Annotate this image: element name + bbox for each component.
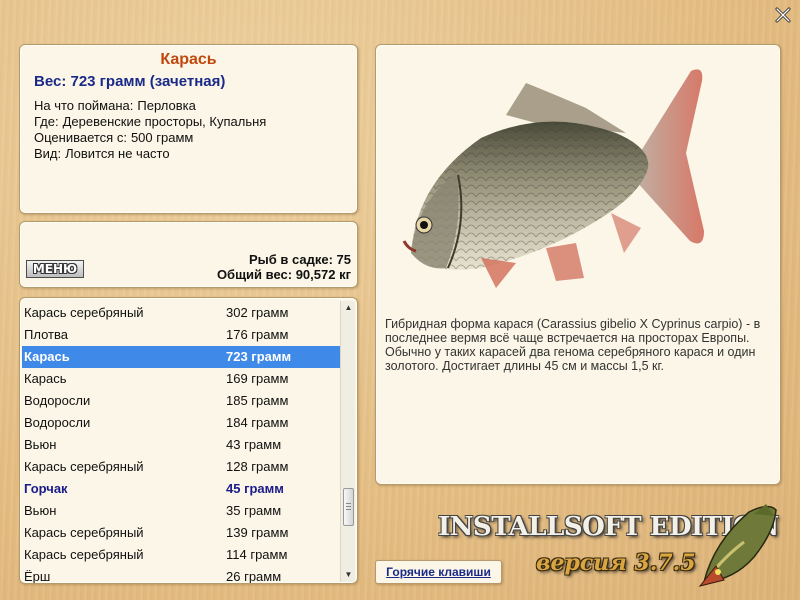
list-item-weight: 45 грамм (226, 481, 284, 496)
list-item-weight: 302 грамм (226, 305, 289, 320)
catch-list-panel: Карась серебряный 302 грамм Плотва 176 грам… (19, 297, 358, 584)
crucian-carp-picture (402, 69, 704, 288)
detail-bait: На что поймана: Перловка (34, 98, 196, 113)
list-item-name: Водоросли (24, 393, 91, 408)
fish-info-panel: Карась Вес: 723 грамм (зачетная) На что … (19, 44, 358, 214)
list-item-name: Вьюн (24, 503, 57, 518)
fish-count: Рыб в садке: 75 (248, 252, 351, 267)
list-item[interactable]: Водоросли 184 грамм (22, 412, 340, 434)
catch-list: Карась серебряный 302 грамм Плотва 176 грам… (22, 302, 340, 584)
list-item-weight: 723 грамм (226, 349, 292, 364)
detail-location: Где: Деревенские просторы, Купальня (34, 114, 267, 129)
list-item[interactable]: Водоросли 185 грамм (22, 390, 340, 412)
close-x-icon (775, 7, 791, 23)
list-item-name: Карась серебряный (24, 305, 144, 320)
list-item-weight: 185 грамм (226, 393, 289, 408)
list-item[interactable]: Карась серебряный 139 грамм (22, 522, 340, 544)
list-item-weight: 128 грамм (226, 459, 289, 474)
menu-button[interactable]: МЕНЮ (26, 260, 84, 278)
list-item-name: Плотва (24, 327, 68, 342)
list-item[interactable]: Горчак 45 грамм (22, 478, 340, 500)
list-item[interactable]: Карась серебряный 128 грамм (22, 456, 340, 478)
list-item-name: Горчак (24, 481, 68, 496)
total-weight: Общий вес: 90,572 кг (216, 267, 351, 282)
detail-rarity: Вид: Ловится не часто (34, 146, 170, 161)
list-item-weight: 114 грамм (226, 547, 288, 562)
list-item[interactable]: Вьюн 35 грамм (22, 500, 340, 522)
list-item-weight: 184 грамм (226, 415, 289, 430)
scroll-up-arrow-icon[interactable]: ▲ (341, 301, 356, 315)
list-item[interactable]: Карась 723 грамм (22, 346, 340, 368)
list-item-name: Карась (24, 349, 70, 364)
brand-version: версия 3.7.5 (536, 550, 696, 576)
list-item-weight: 139 грамм (226, 525, 289, 540)
list-item-weight: 169 грамм (226, 371, 289, 386)
list-item-weight: 176 грамм (226, 327, 289, 342)
scroll-thumb[interactable] (343, 488, 354, 526)
list-item-name: Вьюн (24, 437, 57, 452)
list-item-name: Карась серебряный (24, 547, 144, 562)
scroll-down-arrow-icon[interactable]: ▼ (341, 568, 356, 582)
pike-icon (698, 504, 777, 587)
list-item[interactable]: Вьюн 43 грамм (22, 434, 340, 456)
fish-weight-line: Вес: 723 грамм (зачетная) (34, 73, 226, 90)
list-item-name: Карась серебряный (24, 459, 144, 474)
list-item[interactable]: Карась серебряный 114 грамм (22, 544, 340, 566)
list-item-weight: 35 грамм (226, 503, 282, 518)
keep-net-stats: Рыб в садке: 75 Общий вес: 90,572 кг (217, 252, 351, 282)
list-item-name: Ёрш (24, 569, 51, 584)
fish-name-title: Карась (160, 51, 217, 68)
list-item[interactable]: Карась 169 грамм (22, 368, 340, 390)
list-item-name: Карась (24, 371, 67, 386)
keep-net-stats-panel: МЕНЮ Рыб в садке: 75 Общий вес: 90,572 к… (19, 221, 358, 288)
fish-details: На что поймана: Перловка Где: Деревенские … (34, 98, 357, 162)
fish-image-panel: Гибридная форма карася (Carassius gibeli… (375, 44, 781, 485)
close-button[interactable] (774, 6, 792, 24)
list-item-name: Водоросли (24, 415, 91, 430)
list-item[interactable]: Карась серебряный 302 грамм (22, 302, 340, 324)
fish-description: Гибридная форма карася (Carassius gibeli… (385, 317, 761, 373)
list-item-name: Карась серебряный (24, 525, 144, 540)
brand-logo: INSTALLSOFT EDITION версия 3.7.5 (438, 512, 779, 592)
list-scrollbar[interactable]: ▲ ▼ (340, 301, 355, 582)
list-item-weight: 26 грамм (226, 569, 282, 584)
list-item-weight: 43 грамм (226, 437, 282, 452)
list-item[interactable]: Плотва 176 грамм (22, 324, 340, 346)
list-item[interactable]: Ёрш 26 грамм (22, 566, 340, 584)
detail-min-weight: Оценивается с: 500 грамм (34, 130, 194, 145)
